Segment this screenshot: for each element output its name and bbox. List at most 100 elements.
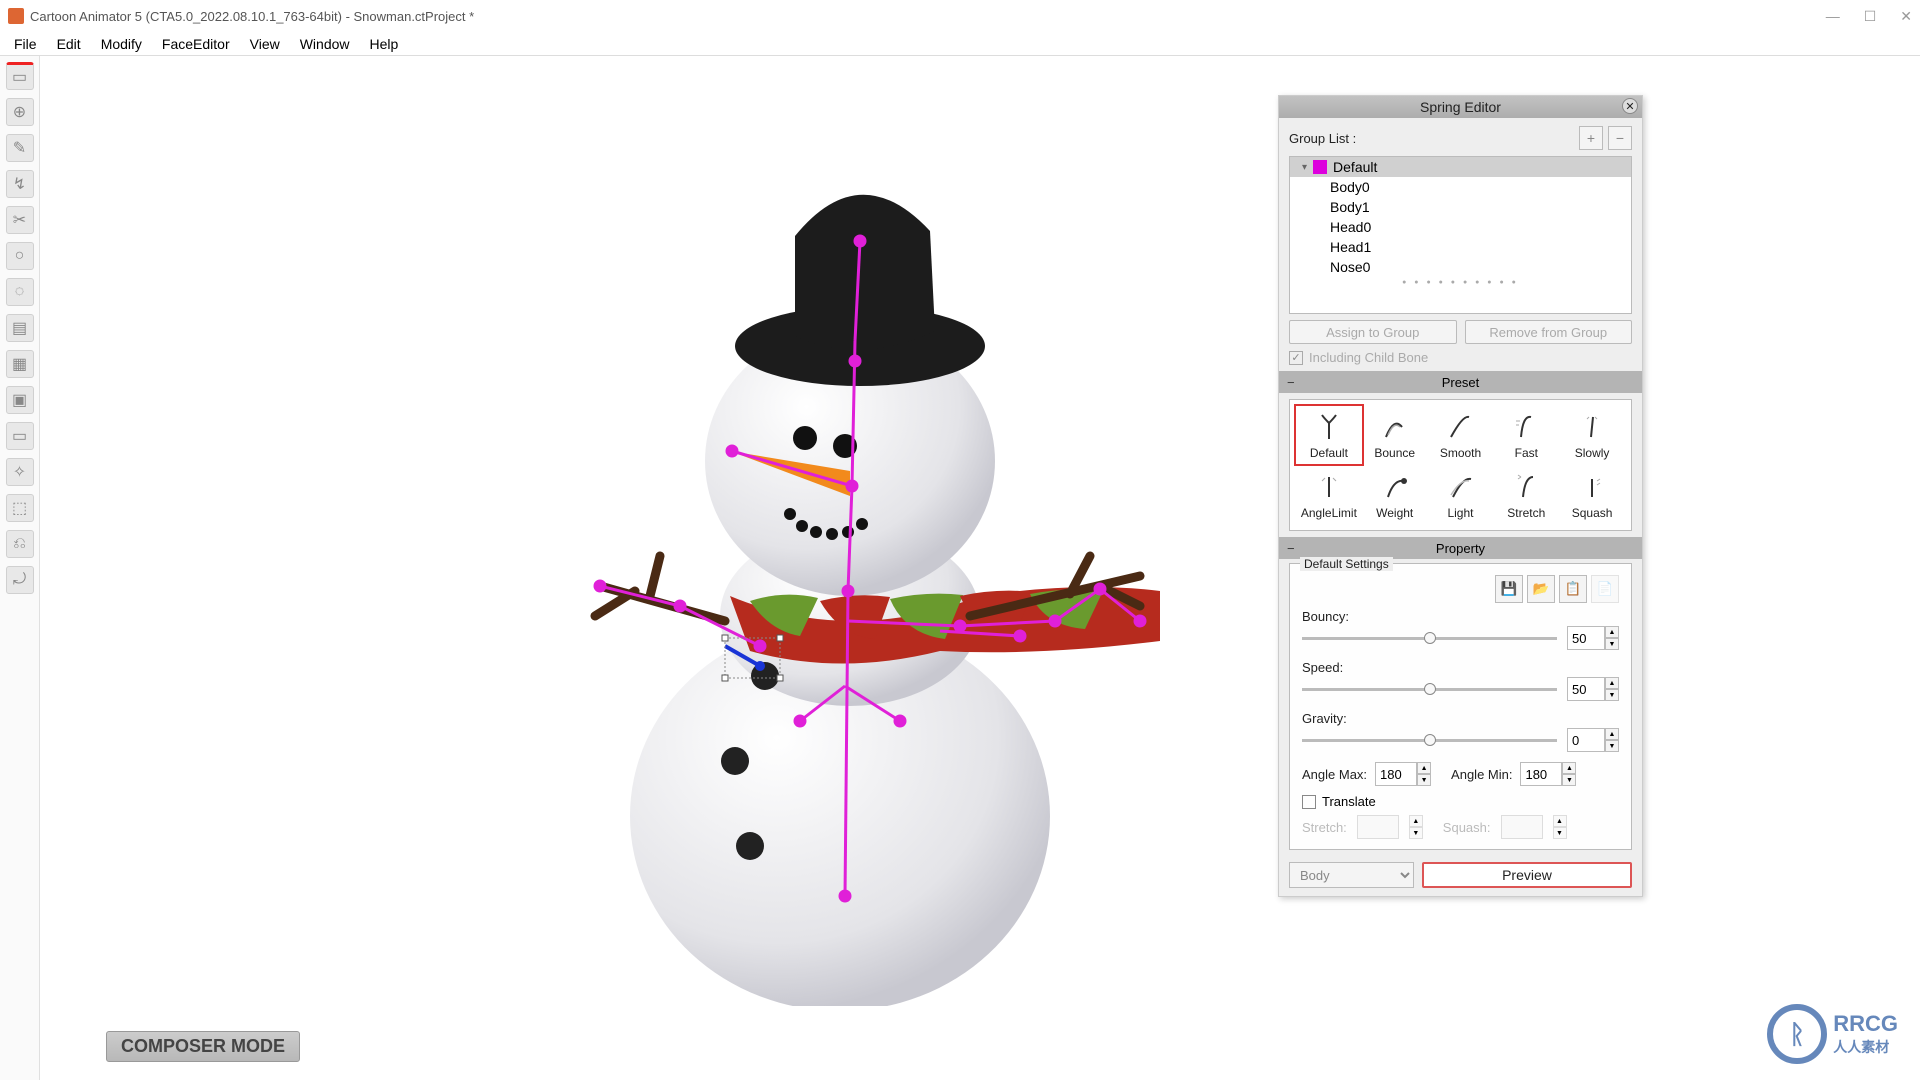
group-add-button[interactable]: + [1579,126,1603,150]
preview-button[interactable]: Preview [1422,862,1632,888]
menu-edit[interactable]: Edit [47,34,91,54]
preset-stretch[interactable]: Stretch [1493,466,1559,524]
angle-max-step-down[interactable]: ▼ [1417,774,1431,786]
bouncy-step-down[interactable]: ▼ [1605,638,1619,650]
watermark-brand: RRCG [1833,1011,1898,1037]
preset-anglelimit[interactable]: AngleLimit [1296,466,1362,524]
squash-step-up: ▲ [1553,815,1567,827]
group-item[interactable]: Nose0 [1290,257,1631,277]
angle-min-step-down[interactable]: ▼ [1562,774,1576,786]
collapse-icon[interactable]: − [1287,541,1295,556]
menu-bar: File Edit Modify FaceEditor View Window … [0,32,1920,56]
preset-grid: Default Bounce Smooth Fast Slowly AngleL… [1289,399,1632,531]
menu-view[interactable]: View [240,34,290,54]
tool-button-5[interactable]: ✂ [6,206,34,234]
tool-button-3[interactable]: ✎ [6,134,34,162]
preset-slowly[interactable]: Slowly [1559,406,1625,464]
body-select[interactable]: Body [1289,862,1414,888]
gravity-step-down[interactable]: ▼ [1605,740,1619,752]
menu-faceeditor[interactable]: FaceEditor [152,34,240,54]
window-close-button[interactable]: ✕ [1900,8,1912,25]
property-open-icon[interactable]: 📂 [1527,575,1555,603]
tool-button-15[interactable]: ⤾ [6,566,34,594]
angle-max-label: Angle Max: [1302,767,1367,782]
preset-smooth[interactable]: Smooth [1428,406,1494,464]
bouncy-label: Bouncy: [1302,609,1619,624]
tool-button-11[interactable]: ▭ [6,422,34,450]
preset-fast[interactable]: Fast [1493,406,1559,464]
group-item[interactable]: Head1 [1290,237,1631,257]
collapse-icon[interactable]: − [1287,375,1295,390]
tool-button-2[interactable]: ⊕ [6,98,34,126]
group-item[interactable]: Body1 [1290,197,1631,217]
property-paste-icon[interactable]: 📄 [1591,575,1619,603]
translate-checkbox[interactable] [1302,795,1316,809]
tool-button-13[interactable]: ⬚ [6,494,34,522]
speed-slider[interactable] [1302,688,1557,691]
spring-editor-panel[interactable]: Spring Editor ✕ Group List : + − ▾ Defau… [1278,95,1643,897]
preset-light[interactable]: Light [1428,466,1494,524]
close-icon[interactable]: ✕ [1622,98,1638,114]
tool-button-7[interactable]: ◌ [6,278,34,306]
tool-button-12[interactable]: ✧ [6,458,34,486]
group-default-header[interactable]: ▾ Default [1290,157,1631,177]
gravity-slider[interactable] [1302,739,1557,742]
include-child-checkbox[interactable]: ✓ [1289,351,1303,365]
bouncy-step-up[interactable]: ▲ [1605,626,1619,638]
snowman-character[interactable] [500,176,1260,1006]
menu-file[interactable]: File [4,34,47,54]
window-title: Cartoon Animator 5 (CTA5.0_2022.08.10.1_… [30,9,1826,24]
speed-step-down[interactable]: ▼ [1605,689,1619,701]
spring-editor-title: Spring Editor [1420,99,1501,115]
menu-window[interactable]: Window [290,34,360,54]
remove-from-group-button[interactable]: Remove from Group [1465,320,1633,344]
group-list[interactable]: ▾ Default Body0 Body1 Head0 Head1 Nose0 … [1289,156,1632,314]
bouncy-input[interactable] [1567,626,1605,650]
group-remove-button[interactable]: − [1608,126,1632,150]
speed-input[interactable] [1567,677,1605,701]
group-default-label: Default [1333,159,1377,175]
speed-step-up[interactable]: ▲ [1605,677,1619,689]
group-item[interactable]: Head0 [1290,217,1631,237]
property-copy-icon[interactable]: 📋 [1559,575,1587,603]
preset-default[interactable]: Default [1296,406,1362,464]
preset-bounce[interactable]: Bounce [1362,406,1428,464]
angle-min-input[interactable] [1520,762,1562,786]
angle-max-input[interactable] [1375,762,1417,786]
composer-mode-badge: COMPOSER MODE [106,1031,300,1062]
stretch-step-down: ▼ [1409,827,1423,839]
preset-weight[interactable]: Weight [1362,466,1428,524]
angle-max-step-up[interactable]: ▲ [1417,762,1431,774]
property-section-header[interactable]: − Property [1279,537,1642,559]
window-maximize-button[interactable]: ☐ [1864,8,1877,25]
preset-squash[interactable]: Squash [1559,466,1625,524]
angle-min-step-up[interactable]: ▲ [1562,762,1576,774]
window-minimize-button[interactable]: — [1826,8,1840,25]
squash-step-down: ▼ [1553,827,1567,839]
color-swatch [1313,160,1327,174]
property-save-icon[interactable]: 💾 [1495,575,1523,603]
list-drag-handle[interactable]: ● ● ● ● ● ● ● ● ● ● [1290,277,1631,286]
gravity-input[interactable] [1567,728,1605,752]
assign-to-group-button[interactable]: Assign to Group [1289,320,1457,344]
speed-label: Speed: [1302,660,1619,675]
tool-button-4[interactable]: ↯ [6,170,34,198]
app-icon [8,8,24,24]
menu-modify[interactable]: Modify [91,34,152,54]
group-item[interactable]: Body0 [1290,177,1631,197]
tool-button-9[interactable]: ▦ [6,350,34,378]
tool-button-8[interactable]: ▤ [6,314,34,342]
preset-section-header[interactable]: − Preset [1279,371,1642,393]
group-list-label: Group List : [1289,131,1356,146]
property-section-label: Property [1436,541,1485,556]
tool-button-10[interactable]: ▣ [6,386,34,414]
tool-button-1[interactable]: ▭ [6,62,34,90]
squash-label: Squash: [1443,820,1491,835]
tool-button-6[interactable]: ○ [6,242,34,270]
tool-button-14[interactable]: ⎌ [6,530,34,558]
menu-help[interactable]: Help [360,34,409,54]
gravity-step-up[interactable]: ▲ [1605,728,1619,740]
bouncy-slider[interactable] [1302,637,1557,640]
property-legend: Default Settings [1300,557,1393,571]
squash-input [1501,815,1543,839]
